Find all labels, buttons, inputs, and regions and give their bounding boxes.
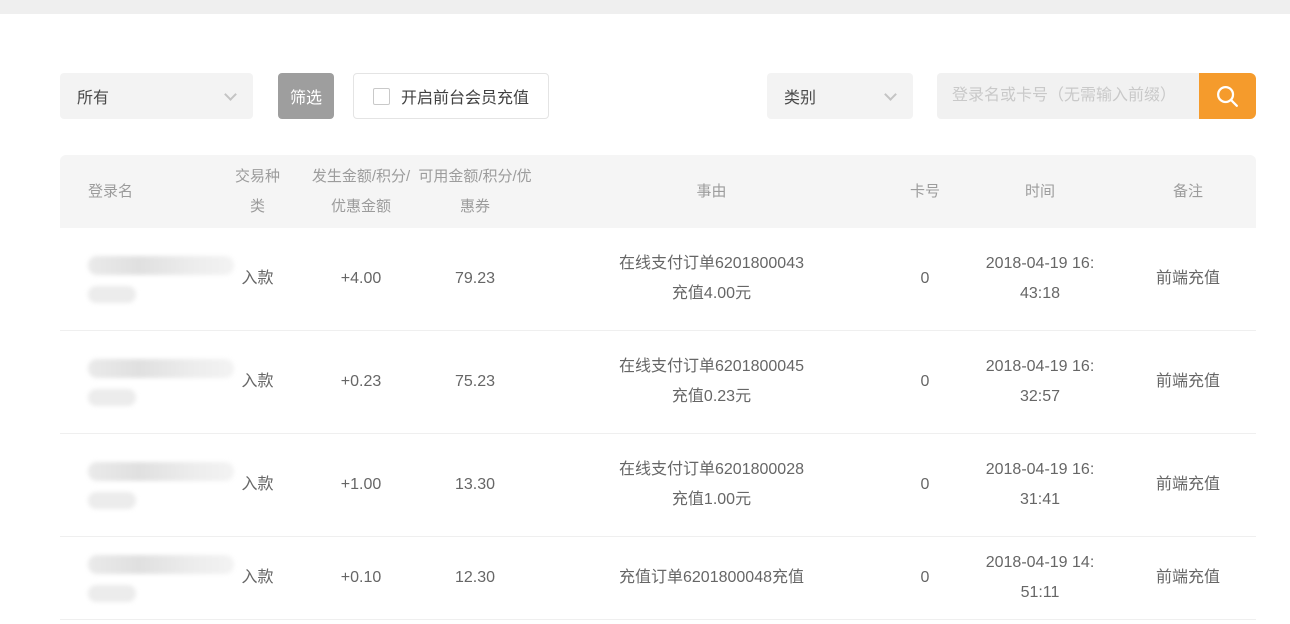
chevron-down-icon: [884, 88, 897, 101]
cell-card: 0: [890, 563, 960, 593]
scope-select-value: 所有: [77, 84, 109, 108]
redacted-login-blur: [88, 555, 234, 574]
top-strip: [0, 0, 1290, 14]
cell-amount: +4.00: [305, 264, 417, 294]
cell-note: 前端充值: [1120, 563, 1256, 593]
cell-reason: 在线支付订单6201800043充值4.00元: [533, 249, 890, 309]
category-select[interactable]: 类别: [767, 73, 913, 119]
category-select-value: 类别: [784, 84, 816, 108]
cell-amount: +0.10: [305, 563, 417, 593]
cell-reason: 充值订单6201800048充值: [533, 563, 890, 593]
header-card: 卡号: [890, 177, 960, 207]
table-row: 入款 +1.00 13.30 在线支付订单6201800028充值1.00元 0…: [60, 434, 1256, 537]
cell-card: 0: [890, 470, 960, 500]
toolbar: 所有 筛选 开启前台会员充值 类别: [60, 73, 1256, 119]
cell-available: 12.30: [417, 563, 533, 593]
redacted-login-blur: [88, 389, 136, 406]
cell-card: 0: [890, 264, 960, 294]
redacted-login-blur: [88, 256, 234, 275]
table-header-row: 登录名 交易种类 发生金额/积分/优惠金额 可用金额/积分/优惠券 事由 卡号 …: [60, 155, 1256, 228]
cell-amount: +1.00: [305, 470, 417, 500]
cell-card: 0: [890, 367, 960, 397]
cell-note: 前端充值: [1120, 367, 1256, 397]
search-icon: [1214, 83, 1241, 110]
table-row: 入款 +0.23 75.23 在线支付订单6201800045充值0.23元 0…: [60, 331, 1256, 434]
header-login: 登录名: [60, 177, 210, 207]
header-reason: 事由: [533, 177, 890, 207]
cell-note: 前端充值: [1120, 470, 1256, 500]
member-recharge-records-page: 所有 筛选 开启前台会员充值 类别 登录名 交易种类: [0, 73, 1290, 620]
front-recharge-checkbox[interactable]: [373, 88, 390, 105]
redacted-login-blur: [88, 585, 136, 602]
redacted-login-blur: [88, 359, 234, 378]
header-note: 备注: [1120, 177, 1256, 207]
filter-button[interactable]: 筛选: [278, 73, 334, 119]
cell-time: 2018-04-19 16:31:41: [960, 455, 1120, 515]
cell-available: 75.23: [417, 367, 533, 397]
scope-select[interactable]: 所有: [60, 73, 253, 119]
front-recharge-checkbox-group: 开启前台会员充值: [353, 73, 549, 119]
header-amount: 发生金额/积分/优惠金额: [305, 162, 417, 222]
cell-login: [60, 256, 210, 303]
search-group: [937, 73, 1256, 119]
search-button[interactable]: [1199, 73, 1256, 119]
recharge-records-table: 登录名 交易种类 发生金额/积分/优惠金额 可用金额/积分/优惠券 事由 卡号 …: [60, 155, 1256, 620]
cell-amount: +0.23: [305, 367, 417, 397]
header-type: 交易种类: [210, 162, 305, 222]
redacted-login-blur: [88, 492, 136, 509]
table-row: 入款 +4.00 79.23 在线支付订单6201800043充值4.00元 0…: [60, 228, 1256, 331]
cell-available: 79.23: [417, 264, 533, 294]
cell-time: 2018-04-19 14:51:11: [960, 548, 1120, 608]
cell-login: [60, 359, 210, 406]
front-recharge-checkbox-label: 开启前台会员充值: [401, 84, 529, 108]
search-input[interactable]: [937, 73, 1199, 119]
table-row: 入款 +0.10 12.30 充值订单6201800048充值 0 2018-0…: [60, 537, 1256, 620]
redacted-login-blur: [88, 286, 136, 303]
cell-time: 2018-04-19 16:32:57: [960, 352, 1120, 412]
cell-login: [60, 462, 210, 509]
cell-login: [60, 555, 210, 602]
cell-note: 前端充值: [1120, 264, 1256, 294]
cell-available: 13.30: [417, 470, 533, 500]
header-available: 可用金额/积分/优惠券: [417, 162, 533, 222]
cell-time: 2018-04-19 16:43:18: [960, 249, 1120, 309]
cell-reason: 在线支付订单6201800028充值1.00元: [533, 455, 890, 515]
cell-reason: 在线支付订单6201800045充值0.23元: [533, 352, 890, 412]
header-time: 时间: [960, 177, 1120, 207]
chevron-down-icon: [224, 88, 237, 101]
redacted-login-blur: [88, 462, 234, 481]
